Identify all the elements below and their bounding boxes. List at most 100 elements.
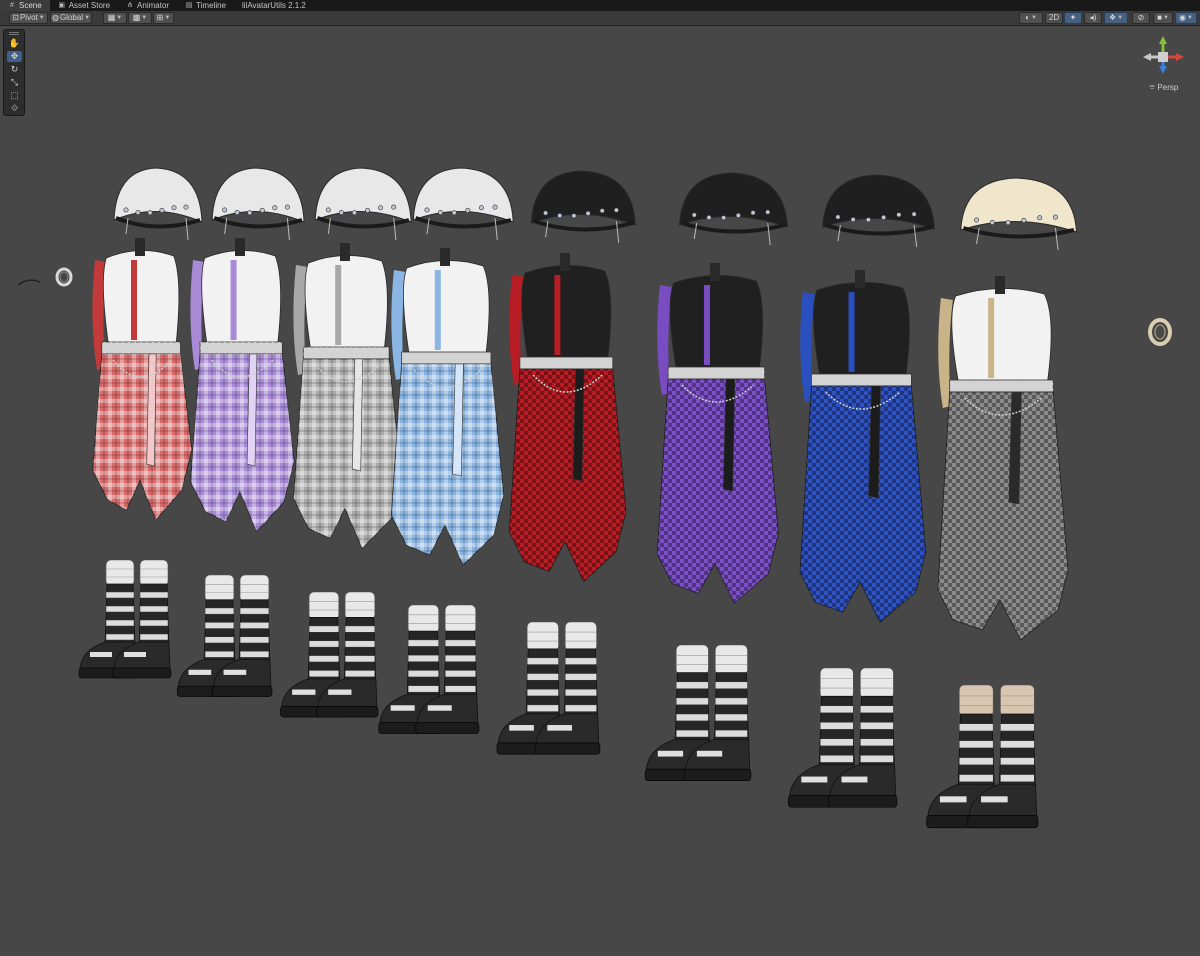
beret-hat[interactable]: [960, 177, 1078, 251]
unity-scene-window: # Scene ▣ Asset Store ⋔ Animator ▤ Timel…: [0, 0, 1200, 956]
scene-viewport[interactable]: [0, 27, 1200, 956]
outfit-set[interactable]: [926, 177, 1078, 829]
effects-icon: ❖: [1108, 13, 1117, 22]
tab-lilavatarutils[interactable]: lilAvatarUtils 2.1.2: [234, 0, 314, 11]
rect-icon: ⬚: [10, 90, 19, 100]
transform-icon: ⟐: [10, 103, 19, 113]
move-icon: ✥: [10, 51, 19, 61]
pivot-dropdown[interactable]: ⊡ Pivot ▼: [9, 12, 48, 24]
globe-icon: ◍: [51, 13, 59, 22]
gizmos-dropdown[interactable]: ◉ ▼: [1175, 12, 1197, 24]
rect-tool-button[interactable]: ⬚: [7, 90, 22, 101]
camera-settings-dropdown[interactable]: ■ ▼: [1153, 12, 1173, 24]
outfit-set[interactable]: [280, 167, 412, 718]
animator-icon: ⋔: [127, 2, 133, 9]
audio-toggle[interactable]: ◂): [1084, 12, 1102, 24]
transform-tool-button[interactable]: ⟐: [7, 103, 22, 114]
scene-toolbar: ⊡ Pivot ▼ ◍ Global ▼ ▦ ▼ ▩ ▼ ⊞ ▼ ◐ ▼ 2D: [0, 11, 1200, 26]
outfit-set[interactable]: [378, 167, 514, 734]
tab-animator[interactable]: ⋔ Animator: [118, 0, 177, 11]
globe-icon: ◉: [1179, 13, 1187, 22]
chevron-down-icon: ▼: [84, 15, 91, 21]
gizmo-z-cone[interactable]: [1159, 66, 1167, 74]
audio-icon: ◂): [1089, 13, 1097, 22]
hidden-objects-toggle[interactable]: ⊘: [1132, 12, 1150, 24]
outfit-set[interactable]: [496, 170, 636, 755]
rotate-icon: ↻: [10, 64, 19, 74]
timeline-icon: ▤: [185, 2, 193, 9]
gizmo-center-cube[interactable]: [1158, 52, 1168, 62]
effects-dropdown[interactable]: ❖ ▼: [1104, 12, 1128, 24]
outfit-set[interactable]: [78, 167, 203, 679]
tab-label: Scene: [19, 1, 42, 10]
scale-tool-button[interactable]: ⤡: [7, 77, 22, 88]
perspective-icon: ⌯: [1149, 82, 1156, 91]
earring-object[interactable]: [17, 267, 73, 287]
chevron-down-icon: ▼: [116, 15, 123, 21]
boots-pair[interactable]: [378, 604, 480, 734]
pivot-label: Pivot: [19, 13, 38, 22]
mode-2d-toggle[interactable]: 2D: [1045, 12, 1063, 24]
mode-2d-label: 2D: [1048, 13, 1060, 22]
beret-hat[interactable]: [822, 174, 935, 248]
grid-visibility-button[interactable]: ▩ ▼: [128, 12, 152, 24]
lighting-toggle[interactable]: ✦: [1064, 12, 1082, 24]
gizmo-x-cone[interactable]: [1176, 53, 1184, 61]
beret-hat[interactable]: [211, 167, 305, 241]
global-label: Global: [59, 13, 84, 22]
boots-pair[interactable]: [496, 621, 601, 755]
shading-mode-button[interactable]: ◐ ▼: [1019, 12, 1043, 24]
dress-outfit[interactable]: [508, 253, 627, 583]
tab-asset-store[interactable]: ▣ Asset Store: [50, 0, 118, 11]
tab-timeline[interactable]: ▤ Timeline: [177, 0, 234, 11]
dress-outfit[interactable]: [92, 238, 193, 521]
tab-label: lilAvatarUtils 2.1.2: [242, 1, 306, 10]
dress-outfit[interactable]: [190, 238, 295, 533]
tab-label: Timeline: [196, 1, 226, 10]
increment-snap-button[interactable]: ⊞ ▼: [153, 12, 174, 24]
boots-pair[interactable]: [176, 574, 273, 697]
rotate-tool-button[interactable]: ↻: [7, 64, 22, 75]
dress-outfit[interactable]: [390, 248, 505, 566]
dress-outfit[interactable]: [799, 270, 927, 623]
scale-icon: ⤡: [10, 77, 19, 87]
beret-hat[interactable]: [412, 167, 514, 241]
grid-snap-button[interactable]: ▦ ▼: [103, 12, 127, 24]
dress-outfit[interactable]: [656, 263, 779, 605]
dress-outfit[interactable]: [293, 243, 402, 550]
global-dropdown[interactable]: ◍ Global ▼: [50, 12, 92, 24]
chevron-down-icon: ▼: [141, 15, 148, 21]
ring-object[interactable]: [1148, 318, 1172, 346]
outfit-set[interactable]: [176, 167, 305, 697]
outfit-set[interactable]: [644, 172, 788, 782]
dress-outfit[interactable]: [937, 276, 1069, 641]
boots-pair[interactable]: [280, 591, 379, 718]
grid-icon: ▦: [107, 13, 116, 22]
store-icon: ▣: [58, 2, 65, 9]
chevron-down-icon: ▼: [1187, 15, 1193, 21]
beret-hat[interactable]: [314, 167, 412, 241]
tab-scene[interactable]: # Scene: [0, 0, 50, 11]
outfit-set[interactable]: [788, 174, 935, 808]
view-tool-button[interactable]: ✋: [7, 38, 22, 49]
chevron-down-icon: ▼: [164, 15, 171, 21]
beret-hat[interactable]: [113, 167, 203, 241]
move-tool-button[interactable]: ✥: [7, 51, 22, 62]
hand-icon: ✋: [8, 38, 21, 48]
chevron-down-icon: ▼: [1030, 15, 1037, 21]
overlay-grip-handle[interactable]: [9, 32, 19, 35]
gizmo-y-cone[interactable]: [1159, 36, 1167, 44]
gizmo-neg-x-cone[interactable]: [1143, 53, 1151, 61]
beret-hat[interactable]: [530, 170, 636, 244]
boots-pair[interactable]: [644, 644, 752, 782]
projection-toggle[interactable]: ⌯ Persp: [1149, 82, 1178, 92]
orientation-gizmo[interactable]: [1140, 34, 1186, 80]
beret-hat[interactable]: [679, 172, 788, 246]
boots-pair[interactable]: [788, 667, 898, 808]
lightbulb-icon: ✦: [1069, 13, 1077, 22]
chevron-down-icon: ▼: [1117, 15, 1124, 21]
boots-pair[interactable]: [78, 559, 172, 679]
tab-label: Asset Store: [68, 1, 111, 10]
boots-pair[interactable]: [926, 684, 1039, 829]
pivot-icon: ⊡: [12, 13, 19, 22]
